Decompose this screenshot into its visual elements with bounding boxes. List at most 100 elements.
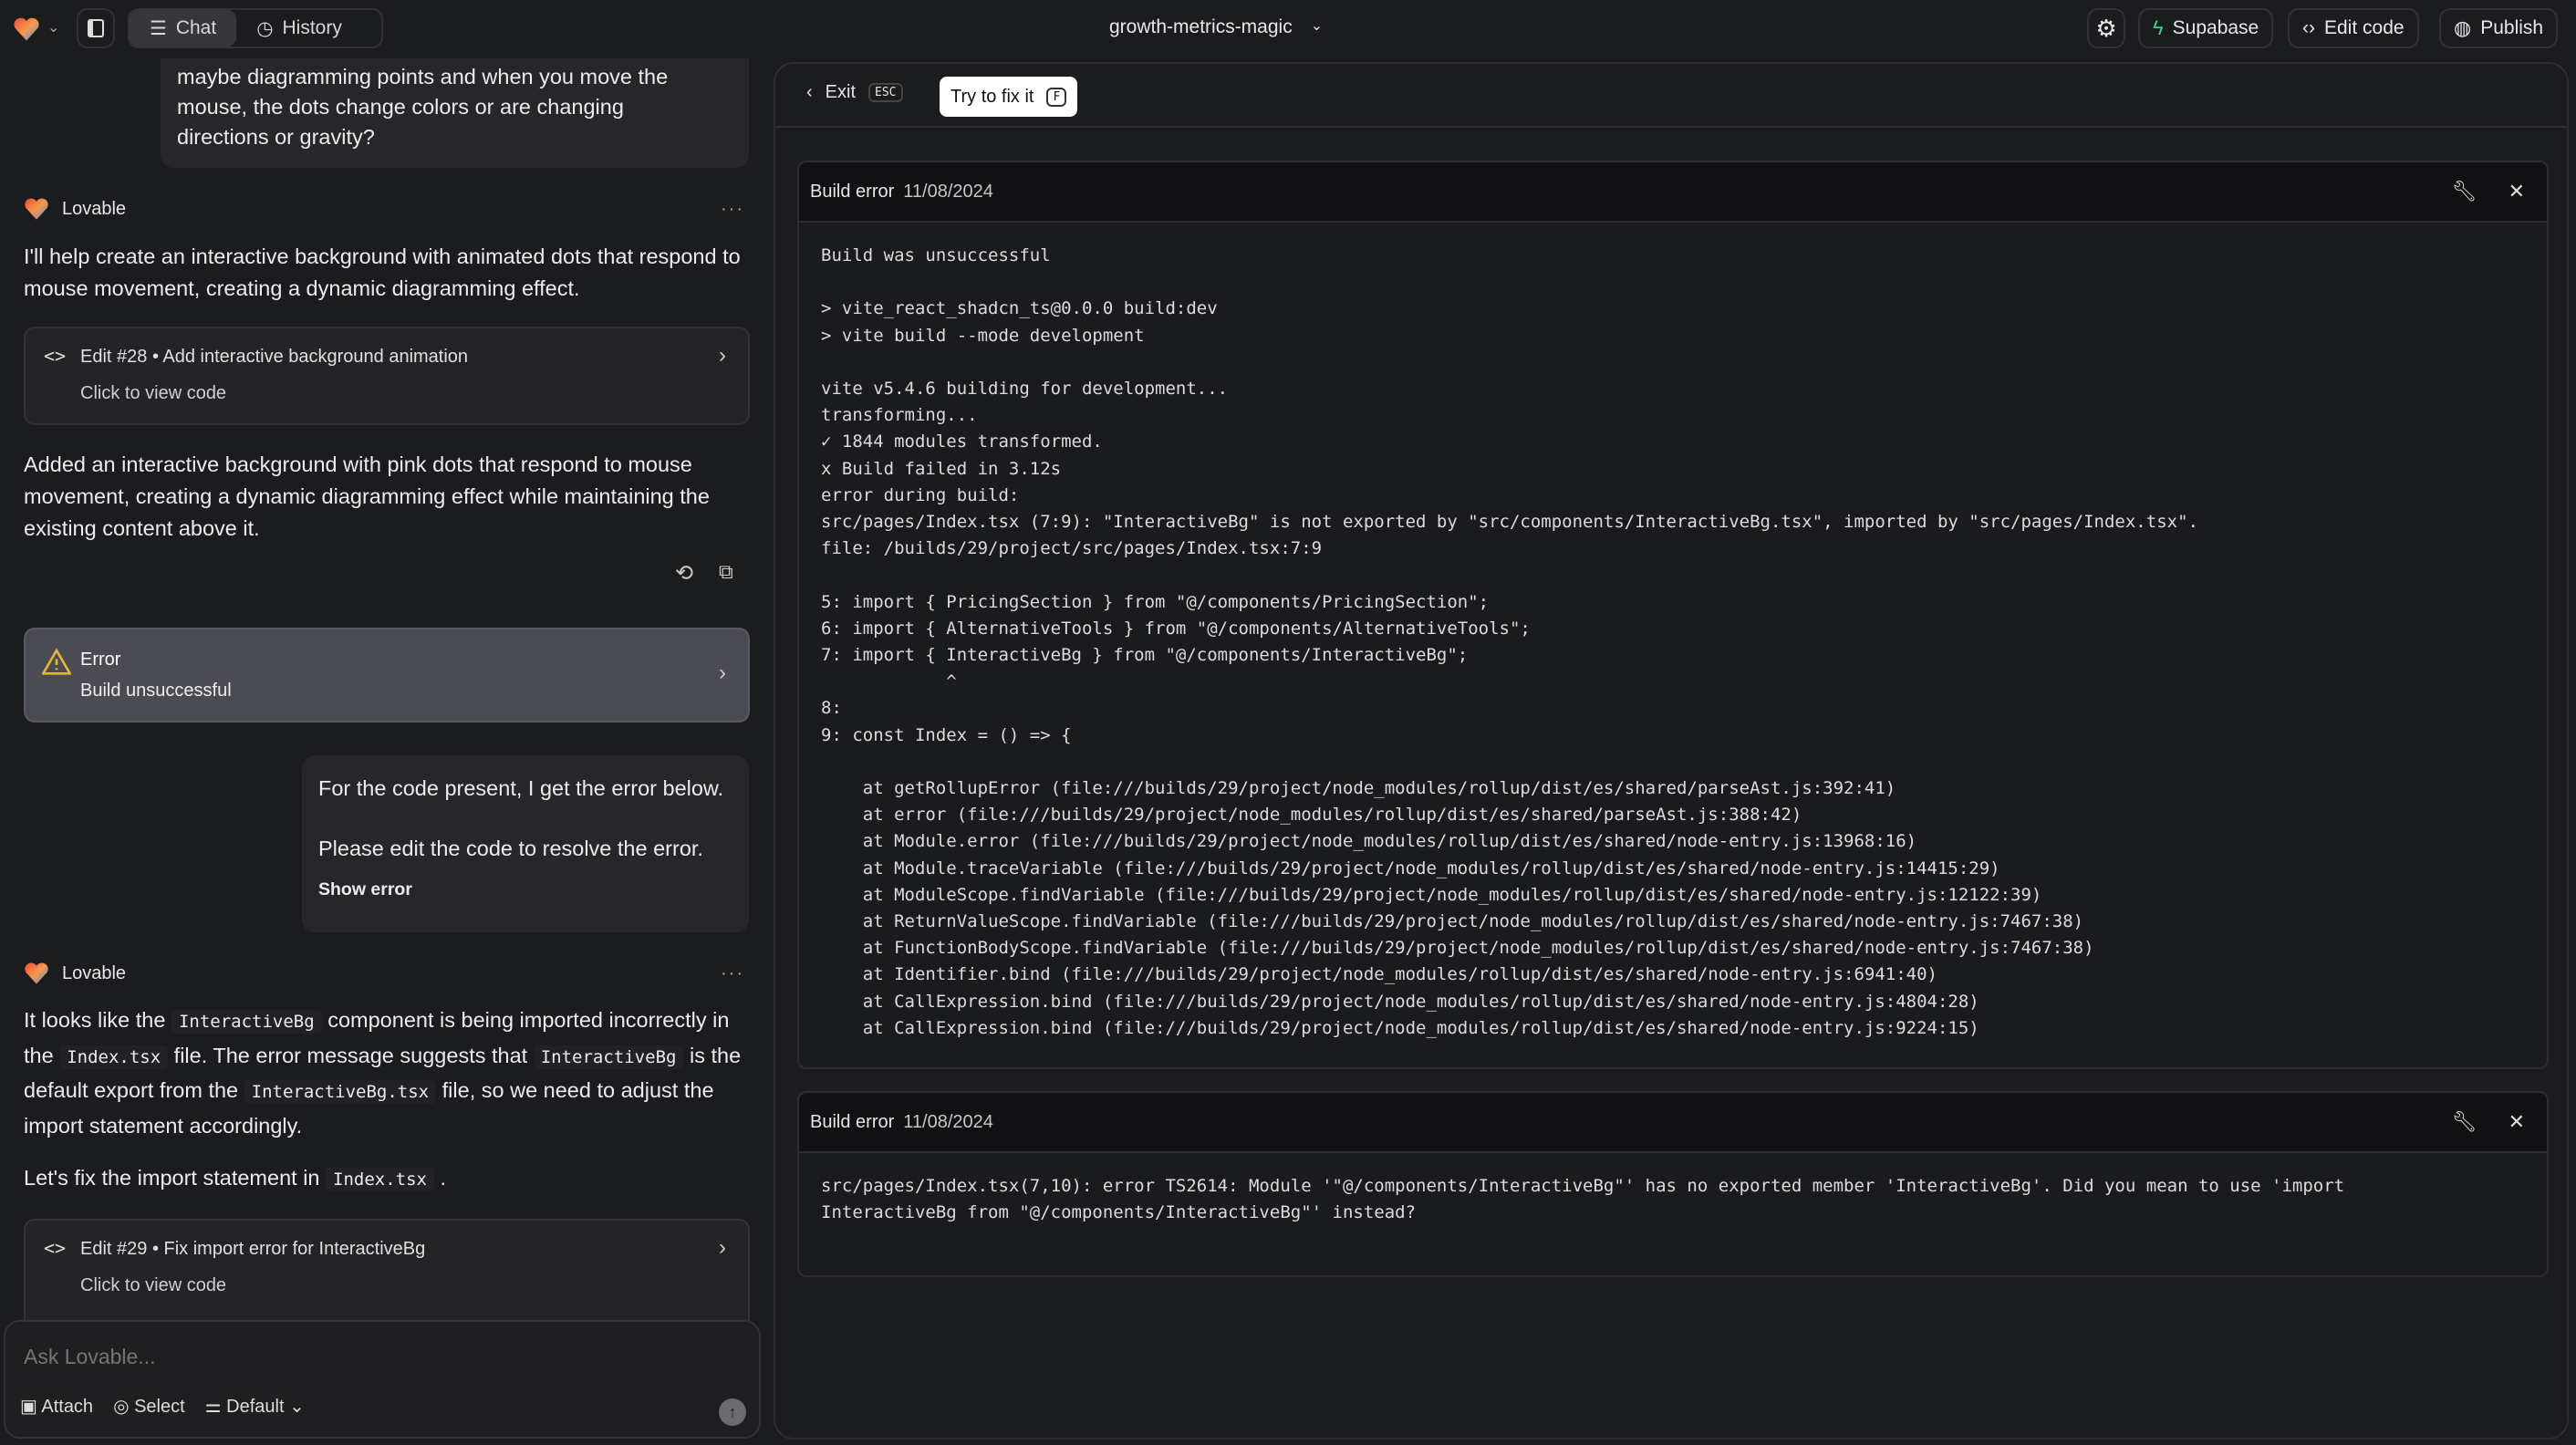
build-error-card: Build error 11/08/2024 🔧︎ ✕ src/pages/Index… bbox=[797, 1091, 2549, 1277]
warning-icon bbox=[42, 648, 71, 675]
edit-card-29[interactable]: <> Edit #29 • Fix import error for Inter… bbox=[24, 1219, 750, 1328]
select-label: Select bbox=[134, 1397, 185, 1417]
chevron-down-icon: ⌄ bbox=[1310, 18, 1324, 34]
text-segment: file. The error message suggests that bbox=[168, 1043, 534, 1067]
log-line: at Identifier.bind (file:///builds/29/pr… bbox=[821, 964, 1937, 985]
message-line: directions or gravity? bbox=[177, 125, 375, 149]
exit-button[interactable]: ‹ Exit ESC bbox=[806, 82, 903, 103]
supabase-button[interactable]: ϟ Supabase bbox=[2138, 8, 2274, 48]
try-fix-label: Try to fix it bbox=[950, 86, 1034, 107]
log-line: transforming... bbox=[821, 405, 978, 426]
publish-button[interactable]: ◍ Publish bbox=[2439, 8, 2559, 48]
edit-title: Edit #28 • Add interactive background an… bbox=[80, 347, 469, 367]
log-line: vite v5.4.6 building for development... bbox=[821, 379, 1229, 400]
project-switcher[interactable]: growth-metrics-magic ⌄ bbox=[1109, 16, 1323, 38]
sliders-icon: ⚌ bbox=[204, 1397, 222, 1417]
close-icon[interactable]: ✕ bbox=[2508, 1110, 2525, 1134]
error-card[interactable]: Error Build unsuccessful › bbox=[24, 628, 750, 722]
log-line: Build was unsuccessful bbox=[821, 245, 1051, 265]
send-button[interactable]: ↑ bbox=[719, 1398, 746, 1426]
edit-subtitle: Click to view code bbox=[80, 1275, 227, 1295]
log-line: at error (file:///builds/29/project/node… bbox=[821, 805, 1802, 826]
select-button[interactable]: ◎ Select bbox=[113, 1395, 185, 1418]
error-title: Build error bbox=[810, 1111, 895, 1132]
restore-icon[interactable]: ⟲ bbox=[675, 560, 693, 587]
log-line: ✓ 1844 modules transformed. bbox=[821, 431, 1103, 452]
tab-history[interactable]: ◷ History bbox=[236, 10, 362, 47]
inline-code: InteractiveBg bbox=[533, 1045, 684, 1069]
mode-label: Default bbox=[226, 1397, 285, 1417]
error-toolbar: ‹ Exit ESC Try to fix it F bbox=[775, 64, 2567, 128]
log-line: 8: bbox=[821, 698, 842, 719]
code-icon: <> bbox=[44, 345, 67, 367]
more-options-icon[interactable]: ··· bbox=[721, 963, 744, 984]
settings-button[interactable]: ⚙ bbox=[2087, 8, 2125, 48]
top-bar: ⌄ ☰ Chat ◷ History growth-metrics-magic ⌄ ⚙… bbox=[0, 0, 2576, 58]
code-icon: ‹› bbox=[2302, 17, 2315, 38]
assistant-message: Let's fix the import statement in Index.… bbox=[24, 1162, 744, 1196]
chevron-right-icon: › bbox=[719, 660, 726, 685]
chevron-down-icon[interactable]: ⌄ bbox=[47, 18, 59, 36]
log-line: at ReturnValueScope.findVariable (file:/… bbox=[821, 911, 2084, 932]
error-panel: ‹ Exit ESC Try to fix it F Build error 11/08… bbox=[774, 62, 2569, 1440]
code-icon: <> bbox=[44, 1237, 67, 1259]
error-title: Error bbox=[80, 650, 121, 670]
wrench-icon[interactable]: 🔧︎ bbox=[2452, 180, 2477, 203]
text-segment: . bbox=[433, 1166, 447, 1190]
assistant-header: Lovable ··· bbox=[24, 197, 744, 221]
lovable-logo-icon[interactable] bbox=[13, 16, 40, 42]
edit-code-button[interactable]: ‹› Edit code bbox=[2288, 8, 2419, 48]
tab-label: History bbox=[282, 17, 342, 38]
try-to-fix-button[interactable]: Try to fix it F bbox=[940, 77, 1078, 117]
gear-icon: ⚙ bbox=[2095, 14, 2117, 42]
edit-card-28[interactable]: <> Edit #28 • Add interactive background… bbox=[24, 327, 750, 425]
supabase-label: Supabase bbox=[2172, 17, 2259, 38]
log-line: at getRollupError (file:///builds/29/pro… bbox=[821, 778, 1896, 799]
close-icon[interactable]: ✕ bbox=[2508, 180, 2525, 203]
text-segment: Let's fix the import statement in bbox=[24, 1166, 327, 1190]
error-title: Build error bbox=[810, 181, 895, 202]
inline-code: InteractiveBg.tsx bbox=[244, 1080, 437, 1104]
mode-dropdown[interactable]: ⚌ Default ⌄ bbox=[205, 1395, 305, 1418]
user-message: For the code present, I get the error be… bbox=[302, 755, 749, 932]
chat-history-tabs: ☰ Chat ◷ History bbox=[128, 8, 383, 48]
log-line: at FunctionBodyScope.findVariable (file:… bbox=[821, 938, 2094, 959]
sidebar-toggle-button[interactable] bbox=[77, 8, 115, 48]
text-segment: It looks like the bbox=[24, 1008, 171, 1032]
sidebar-icon bbox=[88, 19, 104, 37]
wrench-icon[interactable]: 🔧︎ bbox=[2452, 1110, 2477, 1134]
log-line: 5: import { PricingSection } from "@/com… bbox=[821, 591, 1490, 612]
message-line: Please edit the code to resolve the erro… bbox=[318, 837, 703, 860]
ask-input[interactable] bbox=[24, 1338, 735, 1375]
open-external-icon[interactable]: ⧉ bbox=[719, 560, 733, 584]
log-line: at CallExpression.bind (file:///builds/2… bbox=[821, 1017, 1979, 1038]
log-line: > vite_react_shadcn_ts@0.0.0 build:dev bbox=[821, 298, 1218, 319]
error-subtitle: Build unsuccessful bbox=[80, 681, 232, 701]
log-line: file: /builds/29/project/src/pages/Index… bbox=[821, 538, 1323, 559]
show-error-link[interactable]: Show error bbox=[318, 875, 732, 905]
inline-code: Index.tsx bbox=[59, 1045, 169, 1069]
chevron-left-icon: ‹ bbox=[806, 82, 813, 102]
assistant-message: Added an interactive background with pin… bbox=[24, 452, 710, 540]
log-line: at CallExpression.bind (file:///builds/2… bbox=[821, 991, 1979, 1012]
more-options-icon[interactable]: ··· bbox=[721, 199, 744, 220]
log-line: 9: const Index = () => { bbox=[821, 724, 1072, 745]
edit-code-label: Edit code bbox=[2324, 17, 2405, 38]
attach-label: Attach bbox=[41, 1397, 94, 1417]
fix-shortcut: F bbox=[1046, 87, 1067, 107]
message-line: maybe diagramming points and when you mo… bbox=[177, 65, 669, 88]
globe-icon: ◍ bbox=[2454, 16, 2472, 39]
log-line: error during build: bbox=[821, 484, 1020, 505]
chevron-right-icon: › bbox=[719, 343, 726, 368]
tab-chat[interactable]: ☰ Chat bbox=[130, 10, 237, 47]
arrow-up-icon: ↑ bbox=[728, 1403, 737, 1421]
publish-label: Publish bbox=[2480, 17, 2544, 38]
log-line: at Module.error (file:///builds/29/proje… bbox=[821, 831, 1917, 852]
attach-button[interactable]: ▣ Attach bbox=[20, 1395, 93, 1418]
assistant-header: Lovable ··· bbox=[24, 962, 744, 985]
log-line: src/pages/Index.tsx (7:9): "InteractiveB… bbox=[821, 512, 2198, 533]
log-line: 6: import { AlternativeTools } from "@/c… bbox=[821, 618, 1531, 639]
message-line: mouse, the dots change colors or are cha… bbox=[177, 95, 624, 119]
